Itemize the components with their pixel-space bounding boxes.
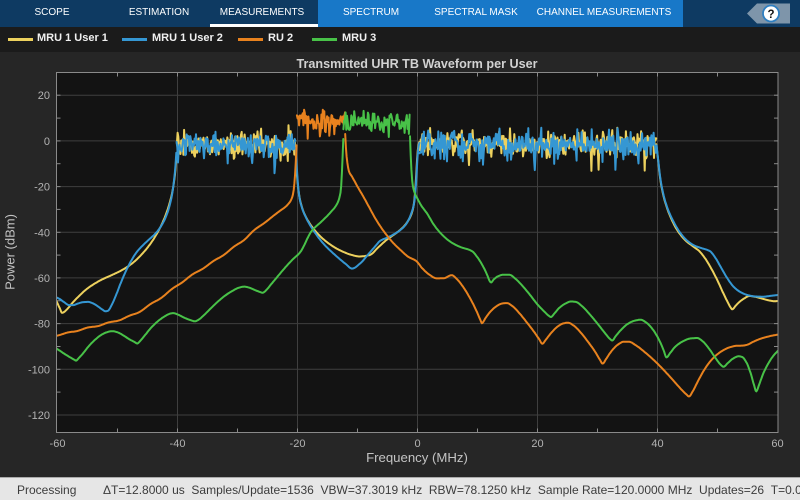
svg-text:-60: -60 bbox=[50, 438, 66, 450]
svg-text:Frequency (MHz): Frequency (MHz) bbox=[366, 450, 468, 465]
svg-text:-80: -80 bbox=[34, 319, 50, 331]
svg-text:-40: -40 bbox=[34, 227, 50, 239]
svg-text:0: 0 bbox=[44, 136, 50, 148]
svg-text:-20: -20 bbox=[34, 182, 50, 194]
svg-text:Power (dBm): Power (dBm) bbox=[3, 214, 18, 290]
svg-text:-40: -40 bbox=[170, 438, 186, 450]
svg-text:-100: -100 bbox=[28, 364, 50, 376]
svg-text:40: 40 bbox=[651, 438, 663, 450]
svg-text:?: ? bbox=[767, 9, 774, 21]
svg-text:20: 20 bbox=[38, 90, 50, 102]
svg-text:20: 20 bbox=[531, 438, 543, 450]
svg-text:0: 0 bbox=[414, 438, 420, 450]
svg-text:-60: -60 bbox=[34, 273, 50, 285]
svg-text:-20: -20 bbox=[290, 438, 306, 450]
svg-text:-120: -120 bbox=[28, 410, 50, 422]
svg-text:60: 60 bbox=[771, 438, 783, 450]
svg-text:Transmitted UHR TB Waveform pe: Transmitted UHR TB Waveform per User bbox=[297, 57, 538, 71]
